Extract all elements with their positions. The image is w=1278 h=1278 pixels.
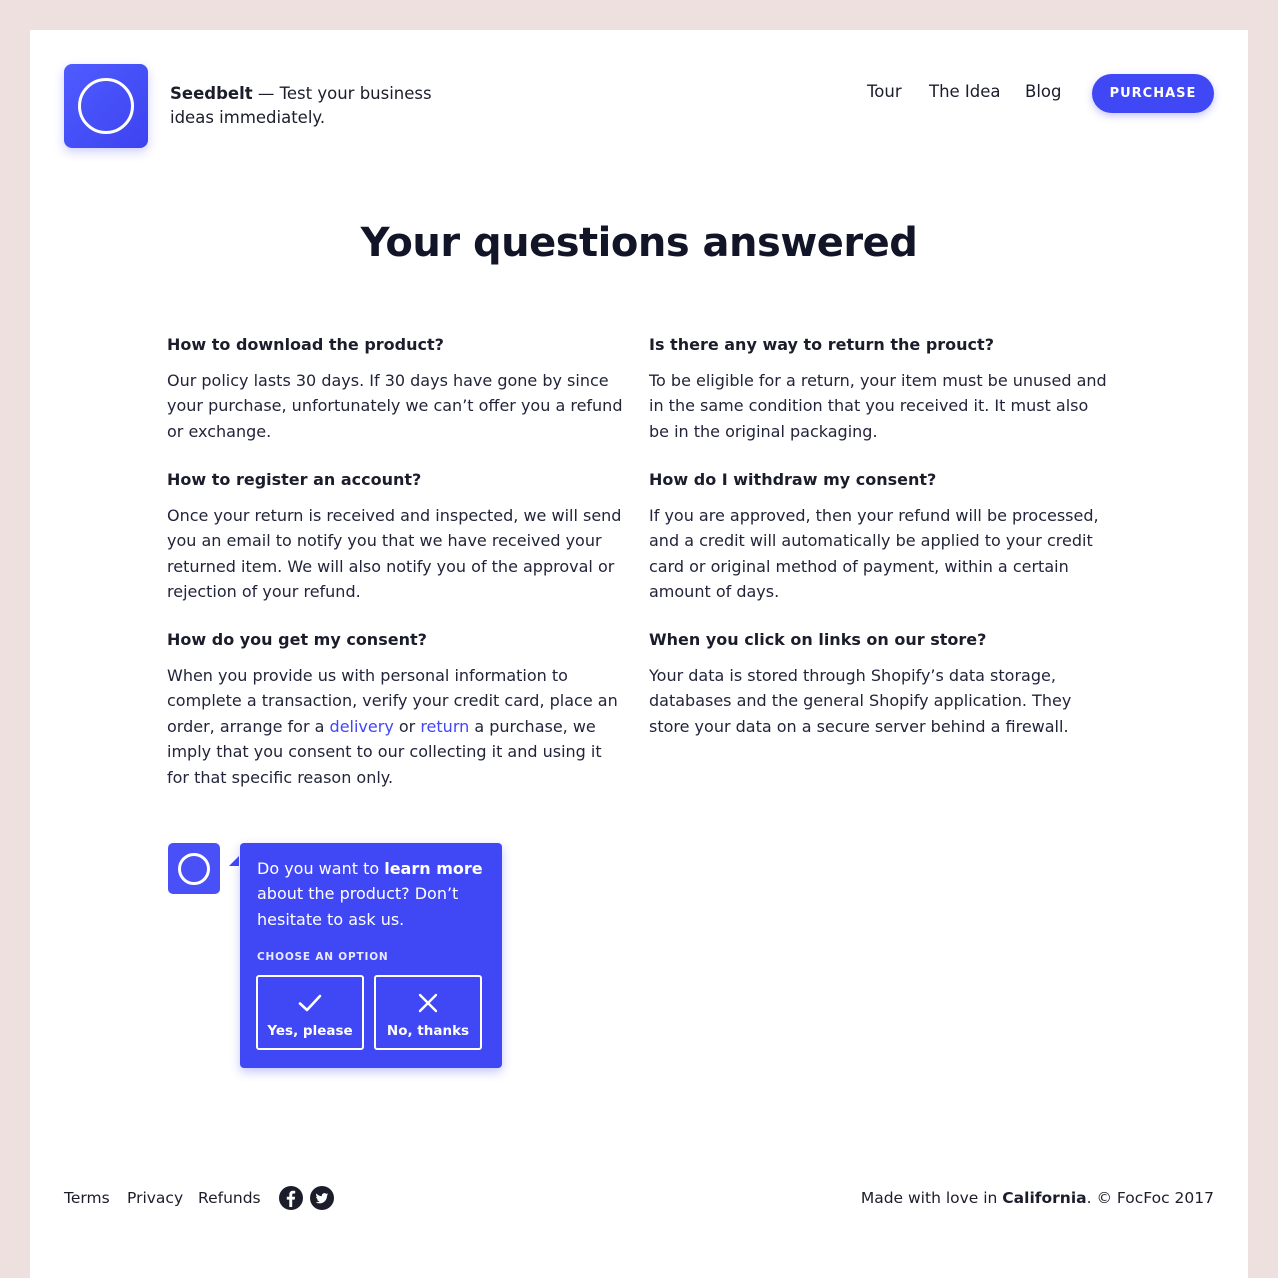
faq-answer: Once your return is received and inspect… bbox=[167, 506, 622, 602]
no-thanks-label: No, thanks bbox=[386, 1023, 470, 1039]
footer-credit-text: Made with love in bbox=[860, 1189, 1003, 1207]
faq-question: How to register an account? bbox=[167, 470, 422, 489]
faq-answer: When you provide us with personal inform… bbox=[167, 663, 627, 790]
facebook-icon[interactable] bbox=[279, 1186, 303, 1210]
faq-item: How to download the product? Our policy … bbox=[167, 334, 627, 444]
brand-name: Seedbelt bbox=[170, 84, 253, 103]
footer-credit-text: . © FocFoc 2017 bbox=[1086, 1189, 1214, 1207]
footer-refunds-link[interactable]: Refunds bbox=[198, 1189, 261, 1207]
footer-credit: Made with love in California. © FocFoc 2… bbox=[861, 1189, 1214, 1207]
purchase-button[interactable]: PURCHASE bbox=[1092, 74, 1214, 113]
logo-ring bbox=[78, 78, 134, 134]
chat-message-text: Do you want to bbox=[257, 859, 385, 878]
faq-answer: Our policy lasts 30 days. If 30 days hav… bbox=[167, 371, 623, 441]
faq-item: How do you get my consent? When you prov… bbox=[167, 629, 627, 790]
footer-privacy-link[interactable]: Privacy bbox=[127, 1189, 183, 1207]
twitter-glyph bbox=[315, 1193, 329, 1204]
faq-answer: Your data is stored through Shopify’s da… bbox=[649, 666, 1072, 736]
yes-please-button[interactable]: Yes, please bbox=[256, 975, 364, 1050]
chat-avatar-icon bbox=[168, 843, 220, 894]
nav-the-idea[interactable]: The Idea bbox=[929, 82, 1001, 101]
faq-question: How do you get my consent? bbox=[167, 630, 427, 649]
faq-item: How do I withdraw my consent? If you are… bbox=[649, 469, 1109, 605]
faq-answer: To be eligible for a return, your item m… bbox=[649, 371, 1107, 441]
chat-message-text: about the product? Don’t hesitate to ask… bbox=[257, 884, 459, 929]
faq-question: When you click on links on our store? bbox=[649, 630, 987, 649]
chat-avatar-ring bbox=[178, 853, 210, 885]
no-thanks-button[interactable]: No, thanks bbox=[374, 975, 482, 1050]
faq-answer-text: or bbox=[393, 716, 421, 736]
nav-blog[interactable]: Blog bbox=[1025, 82, 1061, 101]
nav-tour[interactable]: Tour bbox=[867, 82, 902, 101]
faq-question: How do I withdraw my consent? bbox=[649, 470, 937, 489]
faq-answer: If you are approved, then your refund wi… bbox=[649, 506, 1099, 602]
choose-option-label: CHOOSE AN OPTION bbox=[257, 951, 389, 963]
footer-credit-bold: California bbox=[1002, 1189, 1087, 1207]
twitter-icon[interactable] bbox=[310, 1186, 334, 1210]
delivery-link[interactable]: delivery bbox=[330, 717, 394, 736]
check-icon bbox=[298, 994, 322, 1012]
faq-item: Is there any way to return the prouct? T… bbox=[649, 334, 1109, 444]
facebook-glyph bbox=[286, 1190, 296, 1207]
close-icon bbox=[418, 993, 438, 1013]
chat-bubble: Do you want to learn more about the prod… bbox=[240, 843, 502, 1068]
faq-question: How to download the product? bbox=[167, 335, 444, 354]
logo-icon[interactable] bbox=[64, 64, 148, 148]
footer-terms-link[interactable]: Terms bbox=[64, 1189, 110, 1207]
brand-tagline: Seedbelt — Test your business ideas imme… bbox=[170, 82, 450, 130]
page-card: Seedbelt — Test your business ideas imme… bbox=[30, 30, 1248, 1278]
chat-message: Do you want to learn more about the prod… bbox=[257, 856, 489, 932]
chat-bubble-tail bbox=[229, 856, 239, 866]
yes-please-label: Yes, please bbox=[267, 1023, 353, 1039]
faq-item: How to register an account? Once your re… bbox=[167, 469, 627, 605]
chat-message-bold: learn more bbox=[384, 859, 483, 878]
page-title: Your questions answered bbox=[360, 220, 918, 266]
faq-question: Is there any way to return the prouct? bbox=[649, 335, 994, 354]
return-link[interactable]: return bbox=[420, 717, 469, 736]
faq-item: When you click on links on our store? Yo… bbox=[649, 629, 1109, 739]
